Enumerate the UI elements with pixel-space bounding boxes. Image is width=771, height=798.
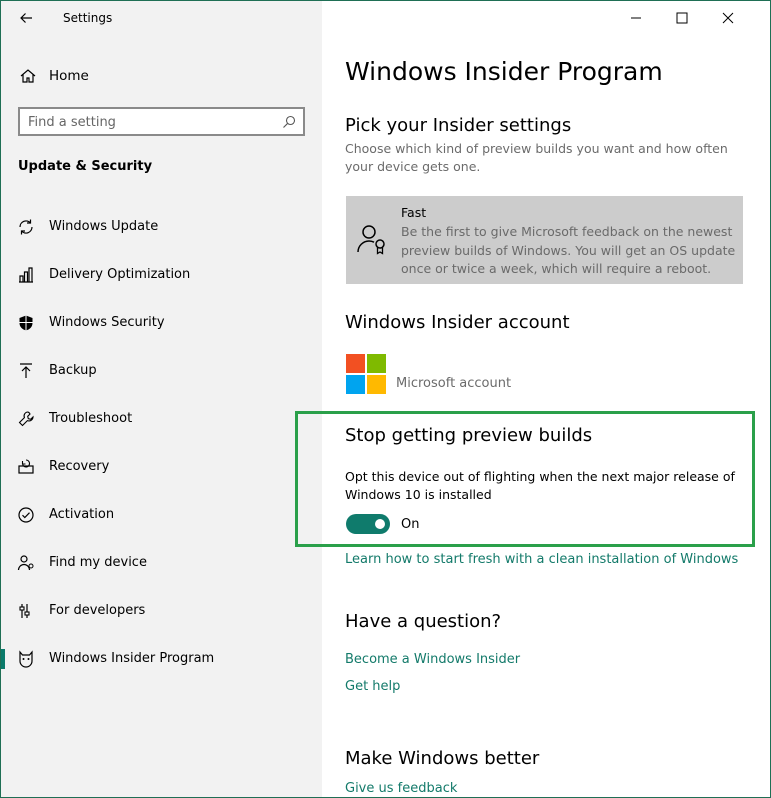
- question-heading: Have a question?: [345, 611, 502, 632]
- sidebar-item-label: For developers: [49, 603, 146, 618]
- pick-settings-heading: Pick your Insider settings: [345, 115, 572, 136]
- sidebar-item-label: Activation: [49, 507, 115, 522]
- sidebar-item-label: Delivery Optimization: [49, 267, 191, 282]
- stop-builds-toggle[interactable]: [346, 514, 390, 534]
- delivery-icon: [19, 267, 33, 283]
- sidebar-item-label: Find my device: [49, 555, 147, 570]
- sidebar-item-label: Windows Update: [49, 219, 159, 234]
- clean-install-link[interactable]: Learn how to start fresh with a clean in…: [345, 552, 738, 567]
- insider-badge-icon: [357, 225, 385, 255]
- home-label: Home: [49, 68, 89, 84]
- sidebar-item-find-my-device[interactable]: Find my device: [1, 543, 322, 583]
- sidebar-item-label: Backup: [49, 363, 97, 378]
- sidebar-item-windows-insider-program[interactable]: Windows Insider Program: [1, 639, 322, 679]
- search-input[interactable]: [28, 113, 278, 131]
- sidebar-item-recovery[interactable]: Recovery: [1, 447, 322, 487]
- sidebar-item-for-developers[interactable]: For developers: [1, 591, 322, 631]
- insider-cat-icon: [19, 650, 33, 668]
- sync-icon: [19, 219, 33, 235]
- minimize-icon: [631, 17, 641, 19]
- card-title: Fast: [401, 205, 427, 220]
- sidebar-item-delivery-optimization[interactable]: Delivery Optimization: [1, 255, 322, 295]
- stop-builds-heading: Stop getting preview builds: [345, 425, 593, 446]
- toggle-state-label: On: [401, 517, 420, 532]
- sidebar-item-label: Recovery: [49, 459, 110, 474]
- microsoft-logo-icon: [346, 354, 386, 394]
- insider-account-heading: Windows Insider account: [345, 312, 570, 333]
- developer-sliders-icon: [19, 604, 30, 618]
- toggle-knob: [375, 519, 385, 529]
- main-content: Windows Insider Program Pick your Inside…: [295, 1, 770, 797]
- sidebar-item-activation[interactable]: Activation: [1, 495, 322, 535]
- search-icon[interactable]: [281, 114, 297, 130]
- upload-arrow-icon: [20, 363, 32, 378]
- get-help-link[interactable]: Get help: [345, 679, 400, 694]
- section-title: Update & Security: [18, 159, 153, 174]
- shield-icon: [19, 315, 33, 331]
- close-icon: [722, 12, 734, 24]
- close-button[interactable]: [716, 7, 740, 29]
- home-icon: [20, 69, 36, 83]
- insider-level-card[interactable]: Fast Be the first to give Microsoft feed…: [346, 196, 743, 284]
- maximize-icon: [676, 12, 688, 24]
- recovery-icon: [18, 459, 34, 474]
- sidebar-item-backup[interactable]: Backup: [1, 351, 322, 391]
- sidebar-item-windows-update[interactable]: Windows Update: [1, 207, 322, 247]
- wrench-icon: [18, 411, 34, 427]
- back-arrow-icon: [20, 13, 32, 23]
- window-controls: [612, 1, 770, 35]
- make-better-heading: Make Windows better: [345, 748, 540, 769]
- sidebar-item-label: Troubleshoot: [49, 411, 133, 426]
- sidebar: Settings Home Update & Security Windows …: [1, 1, 322, 797]
- active-indicator: [1, 649, 5, 669]
- maximize-button[interactable]: [670, 7, 694, 29]
- back-button[interactable]: [15, 7, 37, 29]
- search-box: [18, 107, 305, 136]
- sidebar-item-troubleshoot[interactable]: Troubleshoot: [1, 399, 322, 439]
- become-insider-link[interactable]: Become a Windows Insider: [345, 652, 520, 667]
- feedback-link[interactable]: Give us feedback: [345, 781, 457, 796]
- app-title: Settings: [63, 11, 113, 25]
- stop-builds-description: Opt this device out of flighting when th…: [345, 469, 735, 502]
- pick-settings-description: Choose which kind of preview builds you …: [345, 141, 728, 174]
- sidebar-item-home[interactable]: Home: [1, 63, 322, 89]
- sidebar-item-windows-security[interactable]: Windows Security: [1, 303, 322, 343]
- microsoft-account-link[interactable]: Microsoft account: [396, 376, 511, 391]
- sidebar-item-label: Windows Security: [49, 315, 165, 330]
- card-text: Be the first to give Microsoft feedback …: [401, 224, 736, 276]
- check-circle-icon: [18, 507, 34, 523]
- sidebar-item-label: Windows Insider Program: [49, 651, 215, 666]
- person-locate-icon: [17, 555, 34, 571]
- minimize-button[interactable]: [624, 7, 648, 29]
- page-title: Windows Insider Program: [345, 57, 663, 86]
- settings-window: Settings Home Update & Security Windows …: [0, 0, 771, 798]
- title-bar: Settings: [1, 1, 322, 35]
